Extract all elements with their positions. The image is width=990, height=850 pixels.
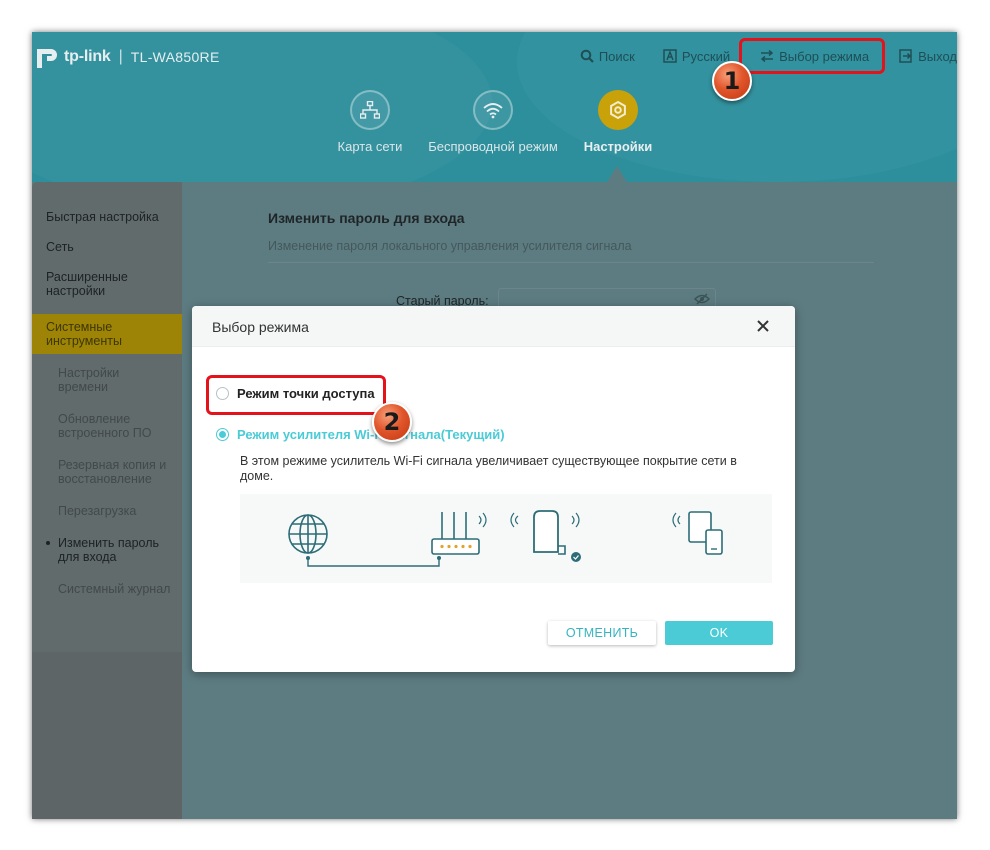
- mode-select-dialog: Выбор режима Режим точки доступа Режим у…: [192, 306, 795, 672]
- tp-link-logo-icon: [37, 49, 57, 68]
- page-title: Изменить пароль для входа: [268, 210, 465, 226]
- wifi-icon: [473, 90, 513, 130]
- language-label: Русский: [681, 48, 731, 64]
- sidebar-lower: [32, 652, 182, 819]
- extender-topology-diagram: [288, 510, 723, 567]
- radio-range-extender[interactable]: Режим усилителя Wi-Fi сигнала(Текущий): [216, 427, 505, 442]
- search-icon: [580, 49, 594, 63]
- sidebar-item-advanced[interactable]: Расширенные настройки: [32, 270, 182, 298]
- step-badge-1: 1: [712, 61, 752, 101]
- nav-wireless-label: Беспроводной режим: [428, 139, 558, 154]
- language-icon: [663, 49, 677, 63]
- sidebar-item-network[interactable]: Сеть: [32, 240, 182, 254]
- logout-icon: [899, 49, 912, 63]
- nav-network-map-label: Карта сети: [337, 139, 403, 154]
- sidebar-item-system-tools[interactable]: Системные инструменты: [32, 314, 182, 354]
- active-tab-caret: [607, 166, 627, 182]
- current-item-dot: [46, 541, 50, 545]
- page-subtitle: Изменение пароля локального управления у…: [268, 239, 632, 253]
- sidebar-subitem-change-password-label: Изменить пароль для входа: [58, 536, 160, 564]
- mode-diagram: [240, 494, 772, 583]
- divider: [268, 262, 874, 263]
- router-icon: [431, 512, 487, 555]
- model-name: TL-WA850RE: [130, 49, 220, 65]
- client-devices-icon: [672, 511, 723, 555]
- search-link[interactable]: Поиск: [580, 49, 635, 64]
- close-icon[interactable]: [755, 318, 771, 334]
- main-nav: Карта сети Беспроводной режим Настройки: [32, 90, 957, 182]
- sidebar-subitem-change-password[interactable]: Изменить пароль для входа: [32, 536, 182, 564]
- dialog-header: Выбор режима: [192, 306, 795, 347]
- radio-range-extender-button[interactable]: [216, 428, 229, 441]
- sidebar-subitem-reboot[interactable]: Перезагрузка: [32, 504, 182, 518]
- tp-link-logo: tp-link | TL-WA850RE: [34, 44, 220, 70]
- language-selector[interactable]: Русский: [663, 49, 730, 64]
- internet-globe-icon: [288, 514, 328, 554]
- network-map-icon: [350, 90, 390, 130]
- network-cable: [307, 558, 440, 567]
- nav-wireless[interactable]: Беспроводной режим: [428, 90, 558, 154]
- sidebar-subitem-time-settings[interactable]: Настройки времени: [32, 366, 182, 394]
- dialog-title: Выбор режима: [212, 319, 309, 335]
- logout-link[interactable]: Выход: [899, 49, 957, 64]
- gear-icon: [598, 90, 638, 130]
- range-extender-icon: [510, 510, 581, 562]
- search-label: Поиск: [598, 48, 635, 64]
- nav-settings-label: Настройки: [583, 139, 653, 154]
- eye-off-icon[interactable]: [694, 293, 710, 305]
- logout-label: Выход: [918, 48, 957, 64]
- sidebar-item-quick-setup[interactable]: Быстрая настройка: [32, 210, 182, 224]
- ok-button[interactable]: OK: [665, 621, 773, 645]
- sidebar-menu: Быстрая настройка Сеть Расширенные настр…: [32, 182, 182, 596]
- sidebar-subitem-firmware-update[interactable]: Обновление встроенного ПО: [32, 412, 182, 440]
- nav-network-map[interactable]: Карта сети: [332, 90, 408, 154]
- highlight-mode-select: [739, 38, 885, 74]
- sidebar: Быстрая настройка Сеть Расширенные настр…: [32, 182, 182, 652]
- step-badge-2: 2: [372, 402, 412, 442]
- mode-description: В этом режиме усилитель Wi-Fi сигнала ув…: [240, 454, 737, 483]
- brand-name: tp-link: [64, 48, 111, 65]
- radio-range-extender-label: Режим усилителя Wi-Fi сигнала(Текущий): [237, 427, 505, 442]
- sidebar-subitem-system-log[interactable]: Системный журнал: [32, 582, 182, 596]
- nav-settings[interactable]: Настройки: [580, 90, 656, 154]
- logo-separator: |: [118, 48, 123, 65]
- highlight-access-point-option: [206, 375, 386, 415]
- cancel-button[interactable]: ОТМЕНИТЬ: [548, 621, 656, 645]
- sidebar-subitem-backup-restore[interactable]: Резервная копия и восстановление: [32, 458, 182, 486]
